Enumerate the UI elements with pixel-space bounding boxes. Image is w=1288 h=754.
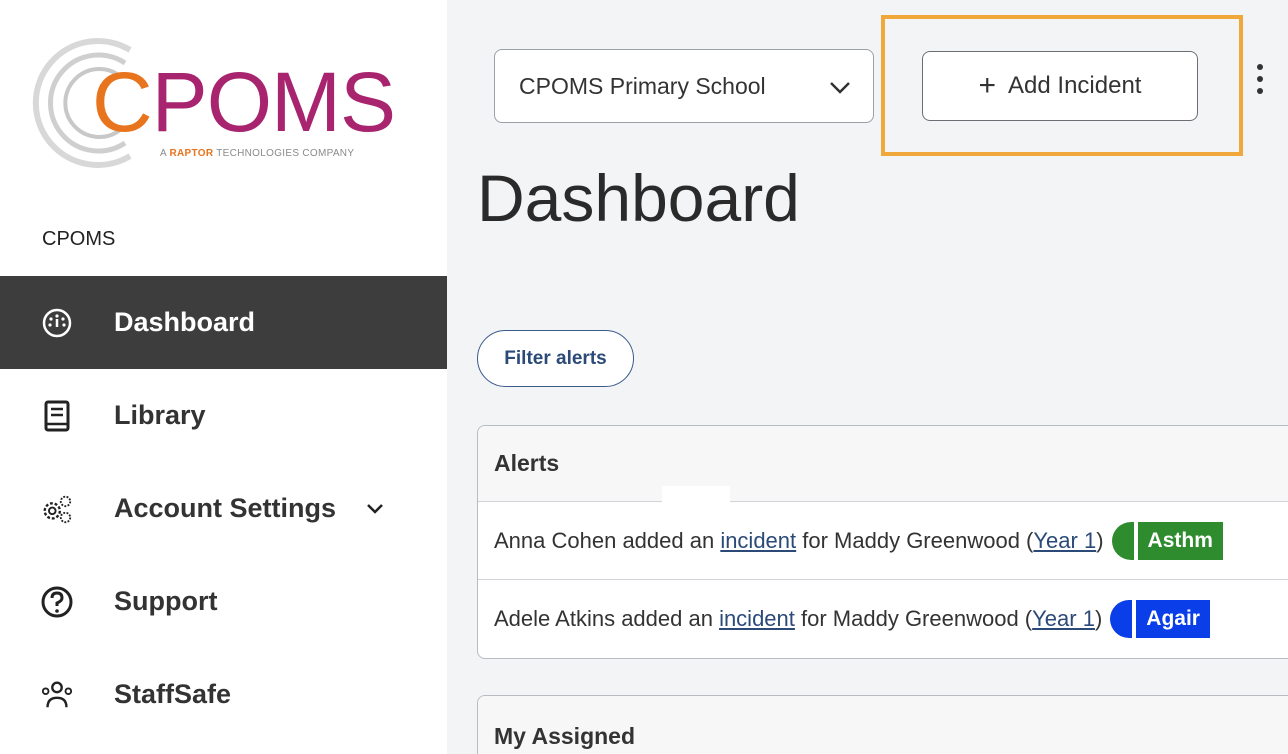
school-select-value: CPOMS Primary School (519, 72, 766, 99)
main-content: CPOMS Primary School + Add Incident Dash… (447, 0, 1288, 754)
chevron-down-icon[interactable] (366, 503, 384, 515)
category-tag: Asthm (1111, 521, 1223, 560)
alerts-card-title: Alerts (478, 426, 1288, 502)
alert-row: Anna Cohen added an incident for Maddy G… (478, 502, 1288, 580)
alert-row: Adele Atkins added an incident for Maddy… (478, 580, 1288, 658)
incident-link[interactable]: incident (719, 606, 795, 632)
filter-alerts-button[interactable]: Filter alerts (477, 330, 634, 387)
year-link[interactable]: Year 1 (1033, 528, 1096, 554)
plus-icon: + (978, 69, 997, 102)
logo-subtitle: A RAPTOR TECHNOLOGIES COMPANY (160, 148, 355, 159)
sidebar-item-account-settings[interactable]: Account Settings (0, 462, 447, 555)
question-circle-icon (40, 585, 74, 619)
year-link[interactable]: Year 1 (1032, 606, 1095, 632)
sidebar-item-label: Account Settings (114, 493, 337, 523)
add-incident-label: Add Incident (1008, 72, 1142, 99)
incident-link[interactable]: incident (720, 528, 796, 554)
my-assigned-title: My Assigned (478, 696, 1288, 754)
sidebar-item-library[interactable]: Library (0, 369, 447, 462)
add-incident-button[interactable]: + Add Incident (922, 51, 1198, 121)
book-icon (40, 399, 74, 433)
sidebar-item-label: Support (114, 586, 218, 616)
gears-icon (40, 492, 74, 526)
people-group-icon (40, 678, 74, 712)
sidebar-item-label: Library (114, 400, 206, 430)
more-options-icon[interactable] (1255, 64, 1265, 106)
sidebar: CPOMS A RAPTOR TECHNOLOGIES COMPANY CPOM… (0, 0, 447, 754)
alerts-card: Alerts Anna Cohen added an incident for … (477, 425, 1288, 659)
chevron-down-icon (829, 74, 851, 101)
sidebar-item-label: Dashboard (114, 307, 256, 337)
sidebar-item-label: StaffSafe (114, 679, 232, 709)
sidebar-item-staffsafe[interactable]: StaffSafe (0, 648, 447, 741)
dashboard-gauge-icon (40, 306, 74, 340)
org-label: CPOMS (42, 228, 116, 250)
sidebar-item-support[interactable]: Support (0, 555, 447, 648)
school-select[interactable]: CPOMS Primary School (494, 49, 874, 123)
page-title: Dashboard (477, 161, 800, 235)
category-tag: Agair (1110, 600, 1210, 638)
logo-wordmark: CPOMS (92, 55, 396, 149)
sidebar-item-dashboard[interactable]: Dashboard (0, 276, 447, 369)
my-assigned-card: My Assigned (477, 695, 1288, 754)
cpoms-logo[interactable]: CPOMS A RAPTOR TECHNOLOGIES COMPANY (30, 28, 420, 178)
